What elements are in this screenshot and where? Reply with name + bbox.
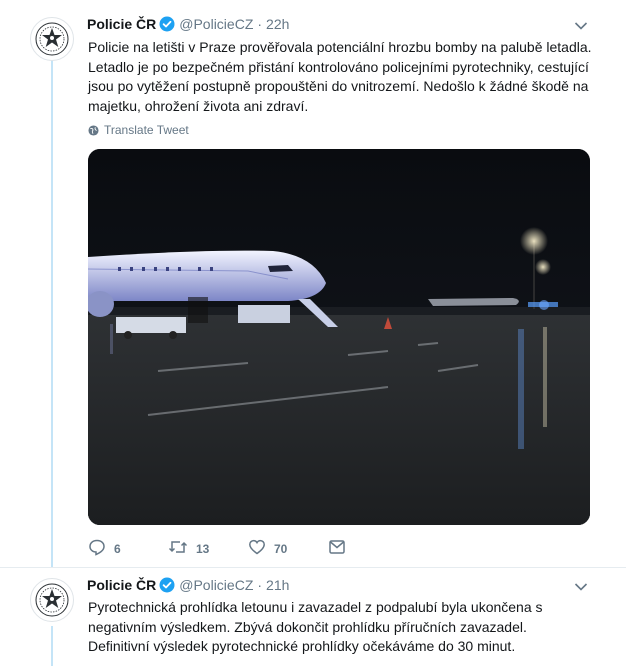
separator-dot: · [257,16,263,32]
share-icon [328,538,346,559]
translate-tweet-label[interactable]: Translate Tweet [104,123,189,137]
tweet-timestamp[interactable]: 21h [266,577,289,593]
reply-button[interactable]: 6 [88,538,168,559]
verified-badge-icon [159,16,175,32]
police-star-logo [35,22,69,56]
author-handle[interactable]: @PolicieCZ [179,16,253,32]
tweet-text: Pyrotechnická prohlídka letounu i zavaza… [88,599,543,654]
tweet-divider [0,567,626,568]
like-icon [248,538,266,559]
reply-count: 6 [114,541,121,556]
globe-icon [88,124,99,136]
like-button[interactable]: 70 [248,538,328,559]
tweet-text: Policie na letišti v Praze prověřovala p… [88,39,592,114]
avatar[interactable] [30,578,74,622]
chevron-down-icon[interactable] [574,579,588,595]
reply-icon [88,538,106,559]
share-button[interactable] [328,538,346,559]
tweet-actions: 6 13 70 [88,538,346,559]
author-name[interactable]: Policie ČR [87,16,156,32]
retweet-count: 13 [196,541,210,556]
tweet-photo[interactable] [88,149,590,525]
verified-badge-icon [159,577,175,593]
tweet-timestamp[interactable]: 22h [266,16,289,32]
thread-connector-line [51,626,53,666]
police-star-logo [35,583,69,617]
retweet-icon [168,538,188,559]
avatar[interactable] [30,17,74,61]
thread-connector-line [51,58,53,568]
tweet-header: Policie ČR @PolicieCZ · 22h [87,16,289,32]
retweet-button[interactable]: 13 [168,538,248,559]
tweet-header: Policie ČR @PolicieCZ · 21h [87,577,289,593]
airport-night-photo [88,149,590,525]
author-handle[interactable]: @PolicieCZ [179,577,253,593]
author-name[interactable]: Policie ČR [87,577,156,593]
like-count: 70 [274,541,288,556]
separator-dot: · [257,577,263,593]
translate-tweet-link[interactable]: Translate Tweet [88,123,189,137]
chevron-down-icon[interactable] [574,18,588,34]
